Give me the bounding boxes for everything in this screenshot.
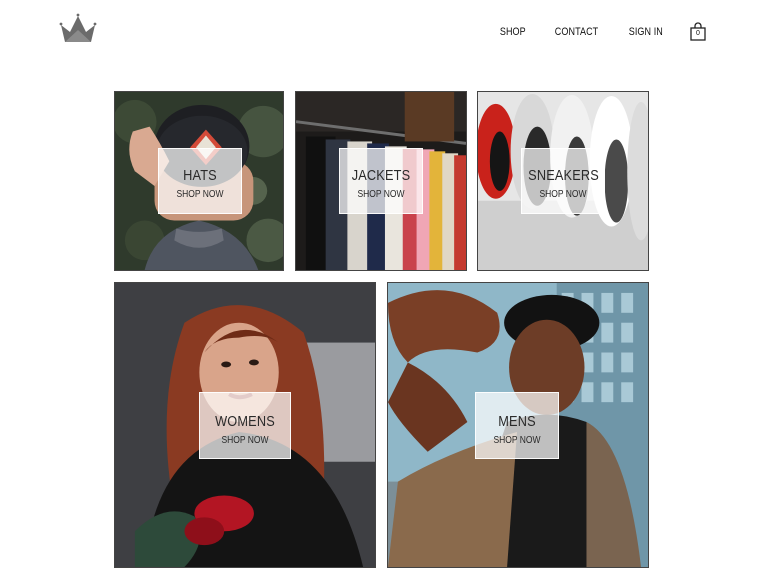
category-tile-jackets[interactable]: JACKETS SHOP NOW [295,91,467,271]
category-tile-sneakers[interactable]: SNEAKERS SHOP NOW [477,91,649,271]
sneakers-shop-now[interactable]: SHOP NOW [528,189,598,200]
cart-button[interactable]: 0 [689,22,707,42]
mens-title: MENS [498,413,536,430]
category-tile-womens[interactable]: WOMENS SHOP NOW [114,282,376,568]
site-header: SHOP CONTACT SIGN IN 0 [0,0,763,70]
nav-contact-link[interactable]: CONTACT [555,26,598,38]
womens-shop-now[interactable]: SHOP NOW [207,435,284,446]
nav-shop-link[interactable]: SHOP [500,26,526,38]
category-tile-mens[interactable]: MENS SHOP NOW [387,282,649,568]
jackets-title: JACKETS [351,167,411,184]
sneakers-title: SNEAKERS [528,167,599,184]
main-nav: SHOP CONTACT SIGN IN 0 [497,20,707,44]
womens-label: WOMENS SHOP NOW [199,392,291,459]
nav-sign-in-link[interactable]: SIGN IN [629,26,663,38]
hats-shop-now[interactable]: SHOP NOW [165,189,235,200]
crown-icon[interactable] [58,12,98,44]
jackets-shop-now[interactable]: SHOP NOW [346,189,416,200]
category-tile-hats[interactable]: HATS SHOP NOW [114,91,284,271]
cart-count: 0 [696,30,700,37]
hats-title: HATS [183,167,217,184]
womens-title: WOMENS [215,413,275,430]
jackets-label: JACKETS SHOP NOW [339,148,423,214]
sneakers-label: SNEAKERS SHOP NOW [521,148,605,214]
mens-label: MENS SHOP NOW [475,392,559,459]
mens-shop-now[interactable]: SHOP NOW [482,435,552,446]
hats-label: HATS SHOP NOW [158,148,242,214]
